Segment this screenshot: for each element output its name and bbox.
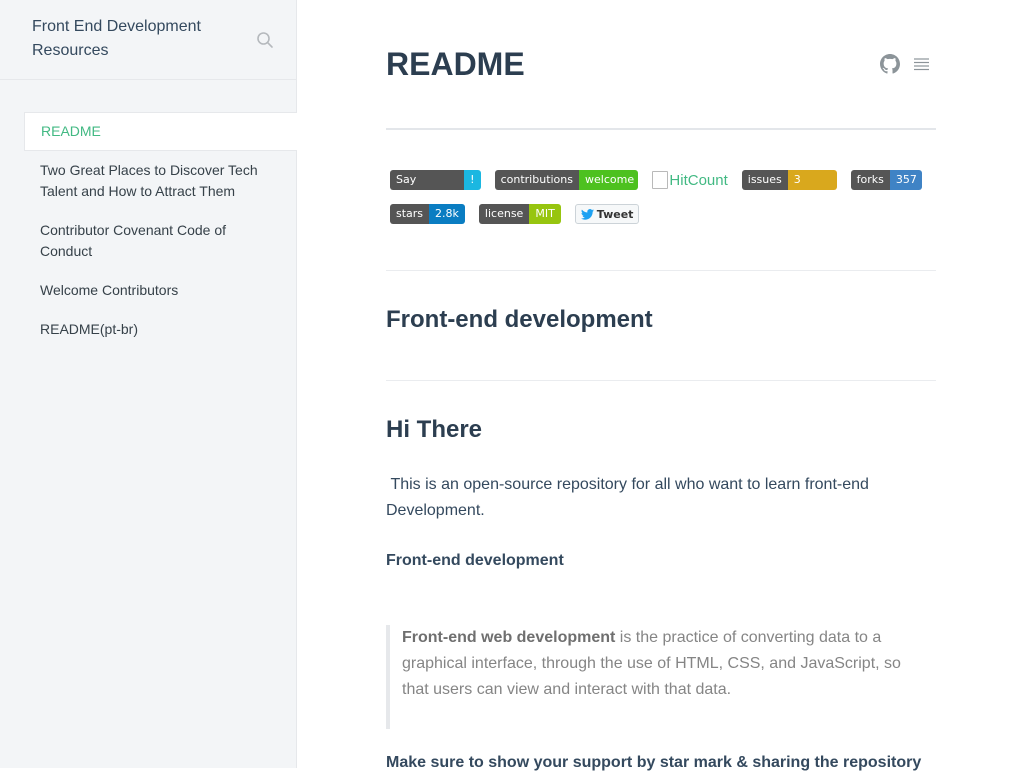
divider <box>386 128 936 130</box>
section-heading: Hi There <box>386 416 483 443</box>
sidebar-nav: README Two Great Places to Discover Tech… <box>24 112 297 349</box>
sidebar: Front End Development Resources README T… <box>0 0 297 768</box>
badge-label: stars <box>390 204 430 224</box>
top-icons <box>880 54 930 74</box>
list-icon[interactable] <box>912 57 930 71</box>
badge-value: ! <box>464 170 481 190</box>
issues-badge[interactable]: issues3 open <box>741 170 837 190</box>
say-thanks-badge[interactable]: Say Thanks! <box>390 170 481 190</box>
intro-paragraph: This is an open-source repository for al… <box>386 476 874 519</box>
badge-label: issues <box>741 170 788 190</box>
quote-bold: Front-end web development <box>402 629 616 646</box>
license-badge[interactable]: license MIT <box>478 204 561 224</box>
hitcount-alt: HitCount <box>669 171 728 189</box>
badge-value: 357 <box>889 170 922 190</box>
site-title[interactable]: Front End Development Resources <box>32 15 232 63</box>
badge-value: welcome <box>579 170 639 190</box>
broken-image-icon <box>652 171 669 189</box>
stars-badge[interactable]: stars 2.8k <box>390 204 465 224</box>
badge-value: MIT <box>529 204 561 224</box>
sidebar-item-tech-talent[interactable]: Two Great Places to Discover Tech Talent… <box>24 151 297 211</box>
contributions-badge[interactable]: contributions welcome <box>494 170 639 190</box>
badge-label: forks <box>850 170 890 190</box>
badge-value: 3 open <box>787 170 837 190</box>
sidebar-header: Front End Development Resources <box>0 0 297 80</box>
support-text: Make sure to show your support by star m… <box>386 754 922 771</box>
hitcount-image[interactable]: HitCount <box>652 170 728 190</box>
quote-text: Front-end web development is the practic… <box>402 625 932 703</box>
badge-value: 2.8k <box>429 204 465 224</box>
tweet-label: Tweet <box>596 207 634 221</box>
blockquote: Front-end web development is the practic… <box>386 625 936 729</box>
badge-row: stars 2.8k license MIT Tweet <box>390 203 936 225</box>
tweet-button[interactable]: Tweet <box>574 204 640 224</box>
sidebar-item-welcome-contributors[interactable]: Welcome Contributors <box>24 271 297 310</box>
sidebar-item-readme[interactable]: README <box>24 112 297 151</box>
search-icon[interactable] <box>256 31 274 49</box>
page-title: README <box>386 46 525 82</box>
badge-label: Say Thanks <box>390 170 465 190</box>
badge-label: contributions <box>494 170 579 190</box>
sidebar-item-code-of-conduct[interactable]: Contributor Covenant Code of Conduct <box>24 211 297 271</box>
badge-area: Say Thanks! contributionswelcome HitCoun… <box>390 169 936 237</box>
section-heading: Front-end development <box>386 306 653 333</box>
badge-row: Say Thanks! contributionswelcome HitCoun… <box>390 169 936 191</box>
forks-badge[interactable]: forks 357 <box>850 170 922 190</box>
twitter-bird-icon <box>580 208 594 220</box>
divider <box>386 380 936 381</box>
badge-label: license <box>478 204 530 224</box>
bold-label: Front-end development <box>386 552 564 569</box>
sidebar-item-readme-pt-br[interactable]: README(pt-br) <box>24 310 297 349</box>
github-icon[interactable] <box>880 54 900 74</box>
divider <box>386 270 936 271</box>
